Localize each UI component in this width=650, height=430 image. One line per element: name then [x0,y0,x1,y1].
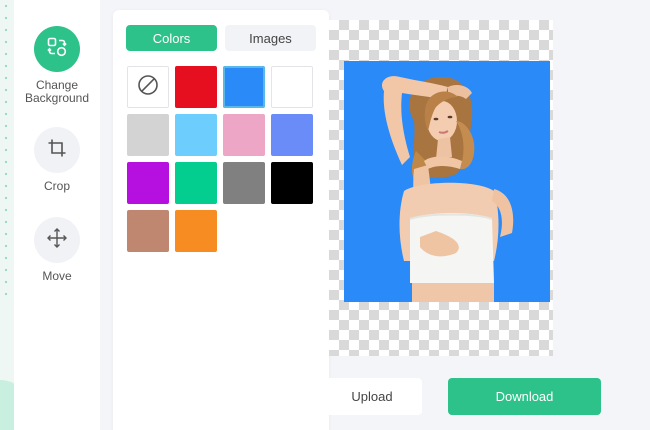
swatch-light-gray[interactable] [127,114,169,156]
swatch-blue[interactable] [223,66,265,108]
tool-label: Crop [43,179,70,193]
swatch-none[interactable] [127,66,169,108]
swatch-black[interactable] [271,162,313,204]
swatch-green[interactable] [175,162,217,204]
swatch-purple[interactable] [127,162,169,204]
tool-label: Change Background [24,78,90,105]
tab-colors[interactable]: Colors [126,25,217,51]
decorative-dots [2,0,12,300]
swatch-pink[interactable] [223,114,265,156]
change-background-icon [46,36,68,63]
person-image [381,76,514,302]
swatch-gray[interactable] [223,162,265,204]
tool-crop[interactable]: Crop [14,127,100,193]
tool-sidebar: Change Background Crop Move [14,0,100,430]
tool-circle [34,127,80,173]
move-icon [46,227,68,254]
swatch-periwinkle[interactable] [271,114,313,156]
download-button[interactable]: Download [448,378,601,415]
tab-images[interactable]: Images [225,25,316,51]
swatch-white[interactable] [271,66,313,108]
color-panel: Colors Images [113,10,329,430]
no-color-icon [137,74,159,101]
swatch-brown[interactable] [127,210,169,252]
panel-tabs: Colors Images [126,25,316,51]
swatch-red[interactable] [175,66,217,108]
tool-circle [34,217,80,263]
upload-button[interactable]: Upload [322,378,422,415]
decorative-strip [0,0,30,430]
swatch-orange[interactable] [175,210,217,252]
tool-change-background[interactable]: Change Background [14,26,100,105]
tool-label: Move [42,269,72,283]
tool-move[interactable]: Move [14,217,100,283]
photo-preview[interactable] [344,61,550,302]
crop-icon [47,138,67,163]
canvas-area [329,20,553,356]
swatch-sky-blue[interactable] [175,114,217,156]
tool-circle [34,26,80,72]
